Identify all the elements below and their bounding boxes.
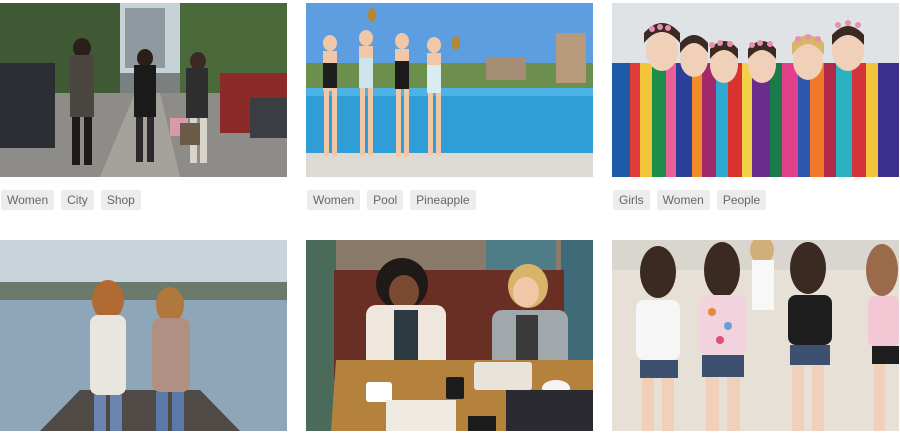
photo-girls-blanket[interactable] [612, 3, 899, 177]
tag-pineapple[interactable]: Pineapple [410, 190, 476, 210]
tag-girls[interactable]: Girls [613, 190, 650, 210]
tag-list: Women City Shop [1, 190, 141, 210]
tag-people[interactable]: People [716, 190, 767, 210]
tag-city[interactable]: City [61, 190, 94, 210]
photo-women-cafe[interactable] [306, 240, 593, 431]
tag-women[interactable]: Women [656, 190, 710, 210]
photo-card-5[interactable] [306, 240, 593, 431]
photo-card-2[interactable]: Women Pool Pineapple [306, 3, 593, 210]
photo-girls-beach[interactable] [612, 240, 899, 431]
tag-pool[interactable]: Pool [367, 190, 404, 210]
photo-card-1[interactable]: Women City Shop [0, 3, 287, 210]
photo-card-4[interactable] [0, 240, 287, 431]
photo-women-city-street[interactable] [0, 3, 287, 177]
tag-women[interactable]: Women [307, 190, 361, 210]
tag-list: Girls Women People [613, 190, 767, 210]
photo-women-pool-pineapple[interactable] [306, 3, 593, 177]
photo-card-3[interactable]: Girls Women People [612, 3, 899, 210]
tag-list: Women Pool Pineapple [307, 190, 476, 210]
photo-women-pier[interactable] [0, 240, 287, 431]
tag-shop[interactable]: Shop [100, 190, 141, 210]
photo-card-6[interactable] [612, 240, 899, 431]
tag-women[interactable]: Women [1, 190, 55, 210]
